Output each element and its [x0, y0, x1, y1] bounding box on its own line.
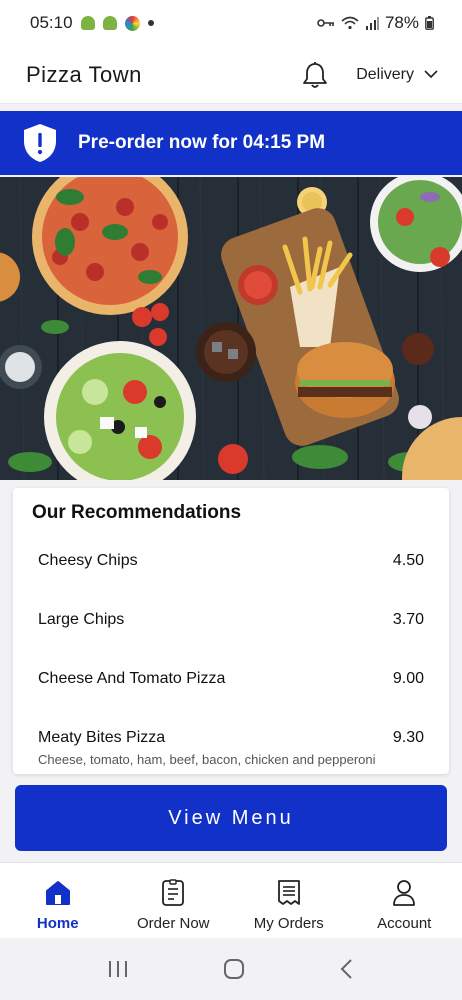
- preorder-banner[interactable]: Pre-order now for 04:15 PM: [0, 111, 462, 175]
- status-bar: 05:10 78%: [0, 0, 462, 46]
- header-actions: Delivery: [302, 61, 438, 89]
- hero-food-image: [0, 177, 462, 480]
- nav-label-my-orders: My Orders: [253, 915, 324, 932]
- battery-icon: [425, 16, 434, 30]
- more-notifications-icon: [147, 20, 154, 26]
- key-icon: [317, 19, 334, 27]
- delivery-label: Delivery: [356, 65, 414, 83]
- home-icon: [45, 881, 70, 905]
- item-name: Large Chips: [38, 611, 125, 628]
- recommendation-item-meaty-bites-pizza[interactable]: Meaty Bites Pizza 9.30: [38, 729, 424, 747]
- delivery-selector[interactable]: Delivery: [356, 66, 438, 84]
- preorder-text: Pre-order now for 04:15 PM: [78, 132, 326, 153]
- wifi-icon: [341, 16, 359, 30]
- chevron-down-icon: [424, 70, 438, 79]
- nav-label-account: Account: [377, 915, 432, 932]
- item-price: 9.00: [392, 670, 424, 687]
- bell-icon[interactable]: [302, 61, 328, 89]
- recommendation-item-cheese-tomato-pizza[interactable]: Cheese And Tomato Pizza 9.00: [38, 670, 424, 688]
- battery-percent: 78%: [384, 13, 419, 32]
- app-notification-icon: [124, 15, 140, 31]
- android-icon-2: [102, 16, 117, 30]
- item-price: 3.70: [392, 611, 424, 628]
- android-icon: [80, 16, 95, 30]
- item-name: Cheese And Tomato Pizza: [38, 670, 226, 687]
- recommendations-card: Our Recommendations Cheesy Chips 4.50 La…: [13, 488, 449, 774]
- status-right: 78%: [317, 13, 434, 33]
- page-title: Pizza Town: [26, 61, 142, 87]
- nav-item-home[interactable]: Home: [0, 863, 116, 938]
- item-price: 4.50: [392, 552, 424, 569]
- recent-apps-icon[interactable]: [107, 959, 129, 979]
- shield-icon: [22, 123, 58, 163]
- bottom-nav: Home Order Now My Orders Account: [0, 862, 462, 938]
- user-icon: [393, 880, 416, 906]
- item-name: Cheesy Chips: [38, 552, 138, 569]
- food-illustration: [0, 177, 462, 480]
- nav-label-home: Home: [36, 915, 79, 932]
- nav-item-my-orders[interactable]: My Orders: [231, 863, 347, 938]
- nav-item-account[interactable]: Account: [347, 863, 462, 938]
- view-menu-button[interactable]: View Menu: [15, 785, 447, 851]
- status-time: 05:10: [30, 13, 73, 32]
- back-icon[interactable]: [339, 958, 355, 980]
- recommendation-item-cheesy-chips[interactable]: Cheesy Chips 4.50: [38, 552, 424, 570]
- item-name: Meaty Bites Pizza: [38, 729, 166, 746]
- home-button-icon[interactable]: [223, 958, 245, 980]
- recommendation-item-large-chips[interactable]: Large Chips 3.70: [38, 611, 424, 629]
- app-header: Pizza Town Delivery: [0, 46, 462, 104]
- document-icon: [162, 879, 185, 906]
- system-nav-bar: [0, 938, 462, 1000]
- item-price: 9.30: [392, 729, 424, 746]
- receipt-icon: [277, 880, 300, 905]
- status-left: 05:10: [30, 13, 154, 33]
- nav-label-order-now: Order Now: [136, 915, 210, 932]
- nav-item-order-now[interactable]: Order Now: [116, 863, 232, 938]
- item-description: Cheese, tomato, ham, beef, bacon, chicke…: [38, 752, 376, 767]
- signal-icon: [365, 17, 379, 30]
- recommendations-title: Our Recommendations: [32, 502, 242, 523]
